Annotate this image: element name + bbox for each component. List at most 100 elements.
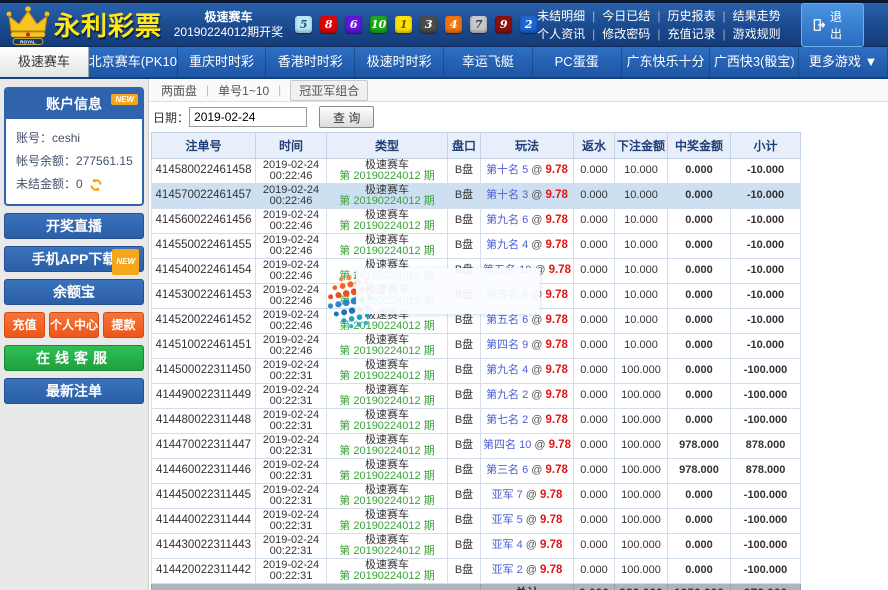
nav-tab-7[interactable]: 广东快乐十分 — [622, 47, 711, 77]
refresh-icon[interactable] — [89, 178, 103, 192]
bet-win: 0.000 — [668, 334, 731, 359]
bet-time: 2019-02-2400:22:31 — [256, 484, 327, 509]
header-link-历史报表[interactable]: 历史报表 — [667, 9, 715, 23]
bet-id: 414460022311446 — [152, 459, 256, 484]
table-row: 4144600223114462019-02-2400:22:31极速赛车第 2… — [152, 459, 801, 484]
result-ball: 2 — [520, 16, 537, 33]
total-rebate: 0.000 — [574, 584, 615, 590]
header-link-修改密码[interactable]: 修改密码 — [602, 27, 650, 41]
header: ROYAL 永利彩票 极速赛车 20190224012期开奖 586101347… — [0, 3, 888, 47]
bet-play: 第五名 6 @ 9.78 — [481, 309, 574, 334]
bet-rebate: 0.000 — [574, 409, 615, 434]
bet-time: 2019-02-2400:22:46 — [256, 259, 327, 284]
bet-id: 414570022461457 — [152, 184, 256, 209]
query-button[interactable]: 查 询 — [319, 106, 374, 128]
withdraw-button[interactable]: 提款 — [103, 312, 144, 338]
bet-market: B盘 — [448, 534, 481, 559]
sidebar: 账户信息 NEW 账号：ceshi帐号余额：277561.15未结金额：0 开奖… — [0, 79, 148, 590]
table-row: 4145200224614522019-02-2400:22:46极速赛车第 2… — [152, 309, 801, 334]
table-total-row: 总计 0.000 980.000 1956.000 976.000 — [152, 584, 801, 590]
nav-tab-0[interactable]: 极速赛车 — [0, 47, 89, 77]
nav-tab-8[interactable]: 广西快3(骰宝) — [710, 47, 799, 77]
bet-win: 0.000 — [668, 509, 731, 534]
bet-play: 第七名 2 @ 9.78 — [481, 409, 574, 434]
nav-tab-9[interactable]: 更多游戏 ▼ — [799, 47, 888, 77]
bet-play: 亚军 7 @ 9.78 — [481, 484, 574, 509]
bet-rebate: 0.000 — [574, 384, 615, 409]
result-ball: 9 — [495, 16, 512, 33]
bet-type: 极速赛车第 20190224012 期 — [327, 534, 448, 559]
table-row: 4145600224614562019-02-2400:22:46极速赛车第 2… — [152, 209, 801, 234]
game-nav: 极速赛车北京赛车(PK10)重庆时时彩香港时时彩极速时时彩幸运飞艇PC蛋蛋广东快… — [0, 47, 888, 79]
header-link-未结明细[interactable]: 未结明细 — [537, 9, 585, 23]
logout-button[interactable]: 退出 — [801, 3, 864, 47]
table-row: 4145400224614542019-02-2400:22:46极速赛车第 2… — [152, 259, 801, 284]
account-row: 账号：ceshi — [16, 127, 132, 150]
bet-subtotal: -10.000 — [731, 234, 801, 259]
bet-market: B盘 — [448, 459, 481, 484]
bet-subtotal: -10.000 — [731, 159, 801, 184]
bet-amount: 100.000 — [615, 434, 668, 459]
bet-rebate: 0.000 — [574, 484, 615, 509]
bet-market: B盘 — [448, 384, 481, 409]
header-link-个人资讯[interactable]: 个人资讯 — [537, 27, 585, 41]
total-label: 总计 — [481, 584, 574, 590]
bet-time: 2019-02-2400:22:31 — [256, 384, 327, 409]
table-row: 4144700223114472019-02-2400:22:31极速赛车第 2… — [152, 434, 801, 459]
header-link-充值记录[interactable]: 充值记录 — [667, 27, 715, 41]
bet-win: 0.000 — [668, 184, 731, 209]
header-link-今日已结[interactable]: 今日已结 — [602, 9, 650, 23]
bet-id: 414520022461452 — [152, 309, 256, 334]
bet-type: 极速赛车第 20190224012 期 — [327, 184, 448, 209]
nav-tab-2[interactable]: 重庆时时彩 — [178, 47, 267, 77]
subtab-separator: | — [206, 83, 209, 97]
yuebao-button[interactable]: 余额宝 — [4, 279, 144, 305]
bet-type: 极速赛车第 20190224012 期 — [327, 334, 448, 359]
bet-rebate: 0.000 — [574, 309, 615, 334]
bet-type: 极速赛车第 20190224012 期 — [327, 259, 448, 284]
account-row-value: ceshi — [52, 127, 80, 150]
nav-tab-3[interactable]: 香港时时彩 — [266, 47, 355, 77]
bet-play: 亚军 5 @ 9.78 — [481, 509, 574, 534]
bet-id: 414430022311443 — [152, 534, 256, 559]
total-subtotal: 976.000 — [731, 584, 801, 590]
bet-win: 0.000 — [668, 409, 731, 434]
bet-win: 978.000 — [668, 459, 731, 484]
bet-play: 第五名 10 @ 9.78 — [481, 259, 574, 284]
result-ball: 4 — [445, 16, 462, 33]
subtab-2[interactable]: 冠亚军组合 — [290, 80, 368, 101]
nav-tab-1[interactable]: 北京赛车(PK10) — [89, 47, 178, 77]
logout-label: 退出 — [830, 8, 853, 42]
link-separator: | — [657, 27, 660, 41]
app-download-button[interactable]: 手机APP下载NEW — [4, 246, 144, 272]
profile-button[interactable]: 个人中心 — [49, 312, 99, 338]
bet-time: 2019-02-2400:22:31 — [256, 359, 327, 384]
subtab-0[interactable]: 两面盘 — [161, 82, 197, 99]
bet-win: 0.000 — [668, 559, 731, 584]
account-panel: 账户信息 NEW 账号：ceshi帐号余额：277561.15未结金额：0 — [4, 87, 144, 206]
new-badge: NEW — [111, 94, 138, 105]
bet-time: 2019-02-2400:22:46 — [256, 309, 327, 334]
bet-market: B盘 — [448, 209, 481, 234]
bet-table: 注单号时间类型盘口玩法返水下注金额中奖金额小计 4145800224614582… — [151, 132, 801, 590]
subtab-1[interactable]: 单号1~10 — [218, 82, 269, 99]
nav-tab-4[interactable]: 极速时时彩 — [355, 47, 444, 77]
date-input[interactable] — [189, 107, 307, 127]
latest-bets-button[interactable]: 最新注单 — [4, 378, 144, 404]
table-row: 4144800223114482019-02-2400:22:31极速赛车第 2… — [152, 409, 801, 434]
table-row: 4145500224614552019-02-2400:22:46极速赛车第 2… — [152, 234, 801, 259]
bet-play: 第十名 5 @ 9.78 — [481, 159, 574, 184]
link-separator: | — [722, 27, 725, 41]
bet-win: 0.000 — [668, 284, 731, 309]
header-link-游戏规则[interactable]: 游戏规则 — [733, 27, 781, 41]
header-link-结果走势[interactable]: 结果走势 — [733, 9, 781, 23]
table-row: 4144400223114442019-02-2400:22:31极速赛车第 2… — [152, 509, 801, 534]
nav-tab-6[interactable]: PC蛋蛋 — [533, 47, 622, 77]
table-row: 4145300224614532019-02-2400:22:46极速赛车第 2… — [152, 284, 801, 309]
play-subtabs: 两面盘|单号1~10|冠亚军组合 — [149, 79, 888, 102]
online-service-button[interactable]: 在线客服 — [4, 345, 144, 371]
deposit-button[interactable]: 充值 — [4, 312, 45, 338]
table-row: 4145700224614572019-02-2400:22:46极速赛车第 2… — [152, 184, 801, 209]
nav-tab-5[interactable]: 幸运飞艇 — [444, 47, 533, 77]
live-draw-button[interactable]: 开奖直播 — [4, 213, 144, 239]
